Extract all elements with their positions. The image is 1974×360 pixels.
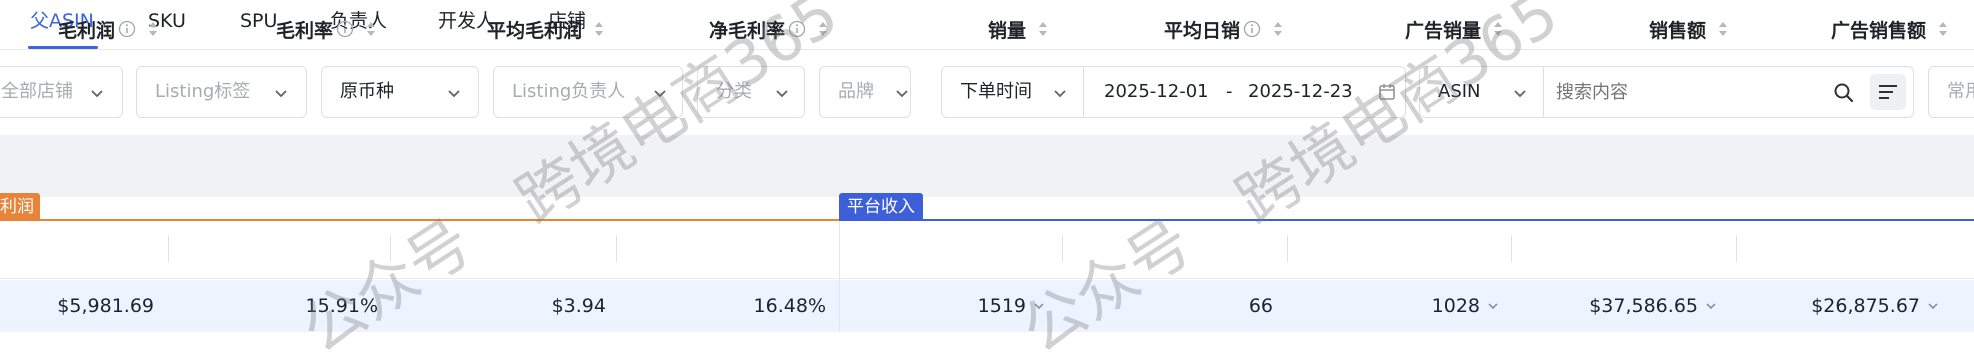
common-button[interactable]: 常用	[1928, 66, 1974, 118]
chevron-down-icon	[1514, 90, 1526, 98]
column-header-ad-sales-qty[interactable]: 广告销量	[1300, 0, 1505, 58]
sort-icon[interactable]	[1271, 19, 1285, 39]
store-select[interactable]: 全部店铺	[0, 66, 123, 118]
column-divider	[390, 236, 391, 262]
sort-icon[interactable]	[1036, 19, 1050, 39]
currency-select-value: 原币种	[340, 81, 394, 102]
listing-tag-placeholder: Listing标签	[155, 81, 251, 102]
chevron-down-icon	[776, 90, 788, 98]
chevron-down-icon	[896, 90, 908, 98]
cell-net-margin: 16.48%	[753, 295, 826, 317]
cell-avg-daily-sales: 66	[1248, 295, 1273, 317]
date-start: 2025-12-01	[1104, 81, 1209, 102]
currency-select[interactable]: 原币种	[321, 66, 479, 118]
filter-lines-button[interactable]	[1870, 74, 1906, 110]
sort-icon[interactable]	[146, 19, 160, 39]
cell-ad-sales-qty[interactable]: 1028	[1300, 280, 1500, 332]
chevron-down-icon	[275, 90, 287, 98]
sort-icon[interactable]	[1936, 19, 1950, 39]
category-select[interactable]: 分类	[697, 66, 805, 118]
column-header-gross-margin[interactable]: 毛利率	[180, 0, 378, 58]
expand-chevron-icon[interactable]	[1032, 299, 1046, 313]
column-header-avg-gross-profit[interactable]: 平均毛利润	[400, 0, 606, 58]
sort-icon[interactable]	[364, 19, 378, 39]
search-icon[interactable]	[1833, 82, 1855, 104]
chevron-down-icon	[91, 90, 103, 98]
expand-chevron-icon[interactable]	[1926, 299, 1940, 313]
column-label: 广告销售额	[1830, 19, 1926, 42]
cell-sales-amount[interactable]: $37,586.65	[1525, 280, 1718, 332]
column-header-sales-amount[interactable]: 销售额	[1525, 0, 1730, 58]
cell-gross-margin: 15.91%	[305, 295, 378, 317]
chevron-down-icon	[448, 90, 460, 98]
sort-icon[interactable]	[592, 19, 606, 39]
chevron-down-icon	[654, 90, 666, 98]
info-icon[interactable]	[118, 20, 136, 38]
column-label: 平均日销	[1163, 19, 1240, 42]
column-label: 净毛利率	[708, 19, 785, 42]
time-type-value: 下单时间	[960, 81, 1032, 102]
listing-owner-select[interactable]: Listing负责人	[493, 66, 683, 118]
date-end: 2025-12-23	[1248, 81, 1353, 102]
listing-tag-select[interactable]: Listing标签	[136, 66, 307, 118]
info-icon[interactable]	[1243, 20, 1261, 38]
search-group: ASIN	[1419, 66, 1914, 118]
date-range-picker[interactable]: 2025-12-01 - 2025-12-23	[1084, 67, 1405, 117]
column-header-net-margin[interactable]: 净毛利率	[630, 0, 830, 58]
cell-avg-gross-profit: $3.94	[551, 295, 606, 317]
expand-chevron-icon[interactable]	[1704, 299, 1718, 313]
chevron-down-icon	[1054, 90, 1066, 98]
cell-sales-qty[interactable]: 1519	[860, 280, 1046, 332]
date-range-group: 下单时间 2025-12-01 - 2025-12-23	[941, 66, 1406, 118]
sort-icon[interactable]	[816, 19, 830, 39]
cell-value: $37,586.65	[1589, 295, 1698, 317]
column-divider	[1062, 236, 1063, 262]
table-header	[0, 221, 1974, 279]
cell-gross-profit: $5,981.69	[57, 295, 154, 317]
column-divider	[1511, 236, 1512, 262]
column-label: 销量	[987, 19, 1026, 42]
date-separator: -	[1226, 81, 1233, 102]
store-select-value: 全部店铺	[1, 81, 73, 102]
brand-select[interactable]: 品牌	[819, 66, 911, 118]
listing-owner-placeholder: Listing负责人	[512, 81, 626, 102]
cell-value: $26,875.67	[1811, 295, 1920, 317]
column-header-gross-profit[interactable]: 毛利润	[0, 0, 160, 58]
column-header-ad-sales-amount[interactable]: 广告销售额	[1750, 0, 1950, 58]
column-divider	[1736, 236, 1737, 262]
info-icon[interactable]	[788, 20, 806, 38]
column-label: 毛利率	[275, 19, 333, 42]
column-divider	[616, 236, 617, 262]
cell-value: 1519	[977, 295, 1026, 317]
group-divider	[839, 221, 840, 332]
summary-band	[0, 135, 1974, 197]
filter-lines-icon	[1879, 85, 1897, 99]
brand-placeholder: 品牌	[838, 81, 874, 102]
filter-bar: 全部店铺 Listing标签 原币种 Listing负责人 分类 品牌 下单时间	[0, 60, 1974, 126]
column-label: 毛利润	[57, 19, 115, 42]
sort-icon[interactable]	[1491, 19, 1505, 39]
column-header-sales-qty[interactable]: 销量	[860, 0, 1050, 58]
group-profit-label: 利润	[0, 193, 40, 221]
common-label: 常用	[1947, 81, 1974, 102]
column-divider	[168, 236, 169, 262]
cell-ad-sales-amount[interactable]: $26,875.67	[1750, 280, 1940, 332]
column-header-avg-daily-sales[interactable]: 平均日销	[1075, 0, 1285, 58]
search-input[interactable]	[1556, 75, 1816, 109]
column-label: 平均毛利润	[486, 19, 582, 42]
column-label: 广告销量	[1404, 19, 1481, 42]
search-type-select[interactable]: ASIN	[1420, 67, 1544, 117]
info-icon[interactable]	[336, 20, 354, 38]
calendar-icon	[1379, 84, 1395, 100]
time-type-select[interactable]: 下单时间	[942, 67, 1084, 117]
cell-value: 1028	[1431, 295, 1480, 317]
expand-chevron-icon[interactable]	[1486, 299, 1500, 313]
sort-icon[interactable]	[1716, 19, 1730, 39]
column-label: 销售额	[1648, 19, 1706, 42]
column-divider	[1287, 236, 1288, 262]
search-type-value: ASIN	[1438, 81, 1481, 102]
group-platform-income-label: 平台收入	[839, 193, 923, 221]
category-placeholder: 分类	[716, 81, 752, 102]
